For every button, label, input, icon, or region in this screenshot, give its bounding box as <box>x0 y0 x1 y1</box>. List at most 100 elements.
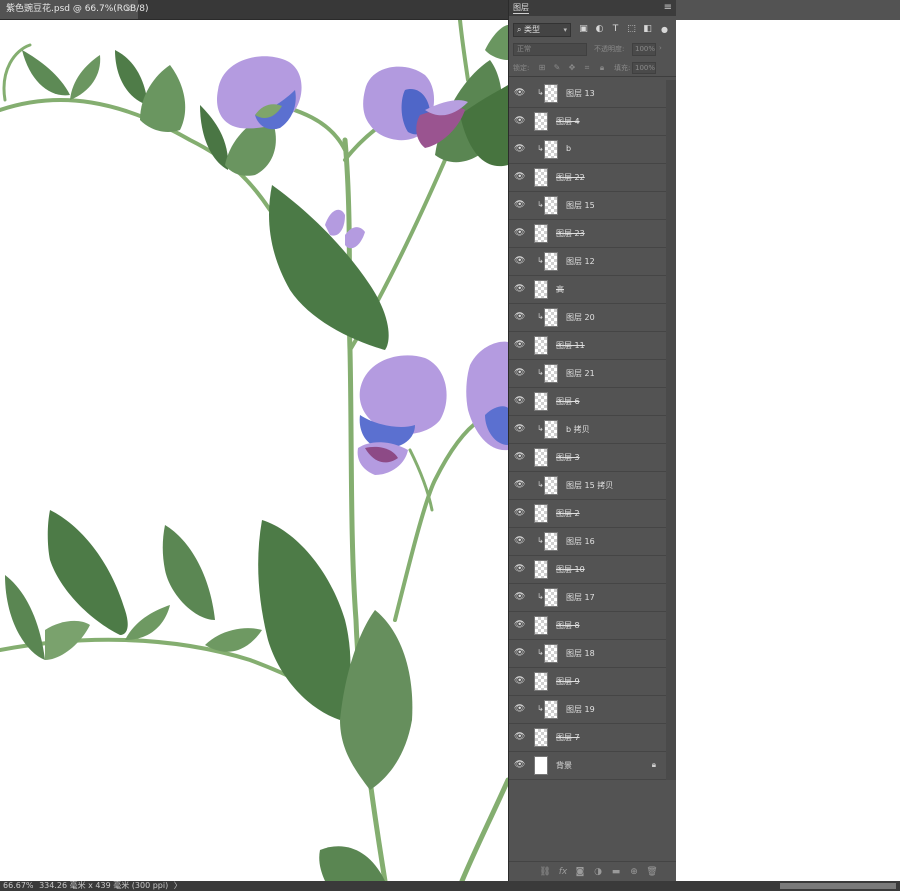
eye-icon[interactable]: 👁︎ <box>514 340 525 351</box>
layer-thumbnail[interactable] <box>534 224 548 243</box>
layers-tab[interactable]: 图层 <box>513 2 529 14</box>
eye-icon[interactable]: 👁︎ <box>514 256 525 267</box>
layer-row[interactable]: 👁︎ 图层 3 <box>509 444 666 472</box>
layer-row[interactable]: 👁︎ ↳ 图层 21 <box>509 360 666 388</box>
layer-thumbnail[interactable] <box>534 168 548 187</box>
eye-icon[interactable]: 👁︎ <box>514 452 525 463</box>
layer-name[interactable]: b <box>566 144 571 153</box>
eye-icon[interactable]: 👁︎ <box>514 620 525 631</box>
blend-mode-select[interactable]: 正常 <box>513 43 587 56</box>
layer-row[interactable]: 👁︎ ↳ 图层 20 <box>509 304 666 332</box>
layer-name[interactable]: 图层 7 <box>556 732 580 743</box>
layer-name[interactable]: 图层 8 <box>556 620 580 631</box>
layer-row[interactable]: 👁︎ ↳ 图层 17 <box>509 584 666 612</box>
filter-toggle-icon[interactable]: ● <box>659 24 670 35</box>
layer-thumbnail[interactable] <box>534 448 548 467</box>
layer-row[interactable]: 👁︎ ↳ 图层 12 <box>509 248 666 276</box>
layer-thumbnail[interactable] <box>544 252 558 271</box>
eye-icon[interactable]: 👁︎ <box>514 648 525 659</box>
layer-name[interactable]: 背景 <box>556 760 572 771</box>
layer-thumbnail[interactable] <box>544 140 558 159</box>
layer-name[interactable]: 高 <box>556 284 564 295</box>
eye-icon[interactable]: 👁︎ <box>514 88 525 99</box>
layer-name[interactable]: 图层 13 <box>566 88 595 99</box>
layer-name[interactable]: b 拷贝 <box>566 424 590 435</box>
layer-name[interactable]: 图层 4 <box>556 116 580 127</box>
layer-row[interactable]: 👁︎ 图层 9 <box>509 668 666 696</box>
eye-icon[interactable]: 👁︎ <box>514 536 525 547</box>
lock-transparent-icon[interactable]: ⊞ <box>537 63 547 73</box>
layer-row[interactable]: 👁︎ 图层 8 <box>509 612 666 640</box>
layer-row[interactable]: 👁︎ 图层 11 <box>509 332 666 360</box>
layer-name[interactable]: 图层 21 <box>566 368 595 379</box>
layer-name[interactable]: 图层 17 <box>566 592 595 603</box>
lock-artboard-icon[interactable]: ⌗ <box>582 63 592 73</box>
add-mask-icon[interactable]: ◙ <box>574 866 586 878</box>
eye-icon[interactable]: 👁︎ <box>514 172 525 183</box>
layer-name[interactable]: 图层 12 <box>566 256 595 267</box>
layer-name[interactable]: 图层 22 <box>556 172 585 183</box>
filter-shape-icon[interactable]: ⬚ <box>626 24 637 35</box>
layer-row[interactable]: 👁︎ ↳ 图层 18 <box>509 640 666 668</box>
layer-row[interactable]: 👁︎ 图层 10 <box>509 556 666 584</box>
layer-row[interactable]: 👁︎ 高 <box>509 276 666 304</box>
layer-thumbnail[interactable] <box>534 504 548 523</box>
layer-thumbnail[interactable] <box>534 280 548 299</box>
eye-icon[interactable]: 👁︎ <box>514 116 525 127</box>
layer-row[interactable]: 👁︎ ↳ 图层 15 <box>509 192 666 220</box>
lock-move-icon[interactable]: ✥ <box>567 63 577 73</box>
layer-name[interactable]: 图层 18 <box>566 648 595 659</box>
layer-name[interactable]: 图层 2 <box>556 508 580 519</box>
layer-thumbnail[interactable] <box>544 364 558 383</box>
layer-name[interactable]: 图层 9 <box>556 676 580 687</box>
layer-name[interactable]: 图层 16 <box>566 536 595 547</box>
fx-icon[interactable]: fx <box>557 866 569 878</box>
fill-field[interactable]: 100% <box>632 62 656 74</box>
layer-thumbnail[interactable] <box>534 756 548 775</box>
layer-list-scrollbar[interactable] <box>666 80 676 780</box>
layer-row[interactable]: 👁︎ 图层 23 <box>509 220 666 248</box>
eye-icon[interactable]: 👁︎ <box>514 732 525 743</box>
eye-icon[interactable]: 👁︎ <box>514 592 525 603</box>
chevron-down-icon[interactable]: › <box>659 44 662 52</box>
layer-row[interactable]: 👁︎ 图层 22 <box>509 164 666 192</box>
layer-row[interactable]: 👁︎ ↳ 图层 13 <box>509 80 666 108</box>
opacity-field[interactable]: 100% <box>632 43 656 56</box>
eye-icon[interactable]: 👁︎ <box>514 760 525 771</box>
eye-icon[interactable]: 👁︎ <box>514 312 525 323</box>
layer-name[interactable]: 图层 15 拷贝 <box>566 480 613 491</box>
layer-thumbnail[interactable] <box>544 700 558 719</box>
eye-icon[interactable]: 👁︎ <box>514 144 525 155</box>
trash-icon[interactable]: 🗑︎ <box>646 866 658 878</box>
layer-thumbnail[interactable] <box>534 392 548 411</box>
close-tab-icon[interactable]: × <box>124 0 132 19</box>
layer-thumbnail[interactable] <box>544 308 558 327</box>
new-layer-icon[interactable]: ⊕ <box>628 866 640 878</box>
layer-thumbnail[interactable] <box>544 588 558 607</box>
layer-name[interactable]: 图层 6 <box>556 396 580 407</box>
status-more-icon[interactable]: 〉 <box>174 881 182 890</box>
layer-thumbnail[interactable] <box>534 560 548 579</box>
layer-row[interactable]: 👁︎ ↳ b 拷贝 <box>509 416 666 444</box>
layer-name[interactable]: 图层 19 <box>566 704 595 715</box>
zoom-level[interactable]: 66.67% <box>3 881 34 890</box>
eye-icon[interactable]: 👁︎ <box>514 200 525 211</box>
eye-icon[interactable]: 👁︎ <box>514 508 525 519</box>
link-layers-icon[interactable]: ⛓ <box>539 866 551 878</box>
layer-thumbnail[interactable] <box>534 672 548 691</box>
eye-icon[interactable]: 👁︎ <box>514 368 525 379</box>
layer-name[interactable]: 图层 20 <box>566 312 595 323</box>
layer-name[interactable]: 图层 11 <box>556 340 585 351</box>
layer-thumbnail[interactable] <box>534 616 548 635</box>
layer-name[interactable]: 图层 15 <box>566 200 595 211</box>
layer-thumbnail[interactable] <box>534 728 548 747</box>
filter-kind-select[interactable]: ⌕ 类型 ▾ <box>513 23 571 37</box>
layer-row[interactable]: 👁︎ ↳ b <box>509 136 666 164</box>
layer-row[interactable]: 👁︎ 图层 6 <box>509 388 666 416</box>
lock-brush-icon[interactable]: ✎ <box>552 63 562 73</box>
horizontal-scrollbar[interactable] <box>676 881 900 891</box>
layer-row[interactable]: 👁︎ ↳ 图层 15 拷贝 <box>509 472 666 500</box>
layer-thumbnail[interactable] <box>544 420 558 439</box>
layer-thumbnail[interactable] <box>544 532 558 551</box>
filter-pixel-icon[interactable]: ▣ <box>578 24 589 35</box>
